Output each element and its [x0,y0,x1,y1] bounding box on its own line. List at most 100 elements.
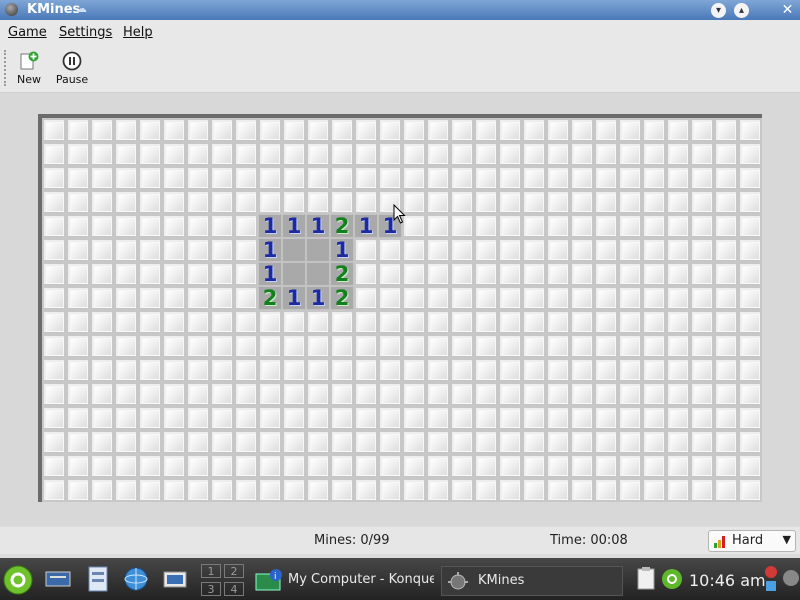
hidden-cell[interactable] [546,454,570,478]
hidden-cell[interactable] [354,358,378,382]
hidden-cell[interactable] [666,382,690,406]
hidden-cell[interactable] [618,334,642,358]
hidden-cell[interactable] [642,238,666,262]
hidden-cell[interactable] [690,166,714,190]
menu-game[interactable]: Game [8,25,47,40]
hidden-cell[interactable] [474,358,498,382]
hidden-cell[interactable] [618,286,642,310]
hidden-cell[interactable] [498,454,522,478]
hidden-cell[interactable] [378,454,402,478]
hidden-cell[interactable] [114,310,138,334]
hidden-cell[interactable] [738,262,762,286]
hidden-cell[interactable] [114,286,138,310]
hidden-cell[interactable] [42,430,66,454]
hidden-cell[interactable] [666,262,690,286]
hidden-cell[interactable] [66,142,90,166]
hidden-cell[interactable] [642,382,666,406]
hidden-cell[interactable] [594,238,618,262]
file-manager-icon[interactable] [84,566,112,592]
hidden-cell[interactable] [378,406,402,430]
hidden-cell[interactable] [402,454,426,478]
hidden-cell[interactable] [306,310,330,334]
hidden-cell[interactable] [642,262,666,286]
hidden-cell[interactable] [450,142,474,166]
hidden-cell[interactable] [618,430,642,454]
hidden-cell[interactable] [738,334,762,358]
hidden-cell[interactable] [714,238,738,262]
revealed-cell[interactable]: 1 [306,214,330,238]
hidden-cell[interactable] [714,334,738,358]
hidden-cell[interactable] [450,430,474,454]
hidden-cell[interactable] [258,190,282,214]
hidden-cell[interactable] [714,214,738,238]
hidden-cell[interactable] [42,142,66,166]
hidden-cell[interactable] [426,382,450,406]
hidden-cell[interactable] [402,118,426,142]
hidden-cell[interactable] [450,358,474,382]
hidden-cell[interactable] [426,334,450,358]
hidden-cell[interactable] [522,142,546,166]
hidden-cell[interactable] [114,118,138,142]
hidden-cell[interactable] [162,238,186,262]
hidden-cell[interactable] [570,334,594,358]
revealed-cell[interactable]: 1 [282,214,306,238]
hidden-cell[interactable] [690,238,714,262]
hidden-cell[interactable] [66,382,90,406]
hidden-cell[interactable] [642,478,666,502]
hidden-cell[interactable] [66,118,90,142]
hidden-cell[interactable] [138,118,162,142]
hidden-cell[interactable] [354,190,378,214]
revealed-cell[interactable]: 1 [258,214,282,238]
hidden-cell[interactable] [402,478,426,502]
hidden-cell[interactable] [210,454,234,478]
hidden-cell[interactable] [666,142,690,166]
hidden-cell[interactable] [570,166,594,190]
hidden-cell[interactable] [114,334,138,358]
hidden-cell[interactable] [90,406,114,430]
hidden-cell[interactable] [570,454,594,478]
hidden-cell[interactable] [378,430,402,454]
hidden-cell[interactable] [474,214,498,238]
hidden-cell[interactable] [426,406,450,430]
hidden-cell[interactable] [162,286,186,310]
hidden-cell[interactable] [306,430,330,454]
clock[interactable]: 10:46 am [689,571,766,590]
hidden-cell[interactable] [738,118,762,142]
hidden-cell[interactable] [642,166,666,190]
hidden-cell[interactable] [114,190,138,214]
hidden-cell[interactable] [426,310,450,334]
hidden-cell[interactable] [498,334,522,358]
hidden-cell[interactable] [210,358,234,382]
hidden-cell[interactable] [162,142,186,166]
hidden-cell[interactable] [450,166,474,190]
hidden-cell[interactable] [210,334,234,358]
hidden-cell[interactable] [546,190,570,214]
hidden-cell[interactable] [714,358,738,382]
hidden-cell[interactable] [546,166,570,190]
hidden-cell[interactable] [426,238,450,262]
hidden-cell[interactable] [570,478,594,502]
hidden-cell[interactable] [186,310,210,334]
hidden-cell[interactable] [330,166,354,190]
hidden-cell[interactable] [162,166,186,190]
hidden-cell[interactable] [714,166,738,190]
hidden-cell[interactable] [66,262,90,286]
hidden-cell[interactable] [90,454,114,478]
hidden-cell[interactable] [570,190,594,214]
hidden-cell[interactable] [210,286,234,310]
hidden-cell[interactable] [402,334,426,358]
hidden-cell[interactable] [570,214,594,238]
hidden-cell[interactable] [210,166,234,190]
hidden-cell[interactable] [378,334,402,358]
hidden-cell[interactable] [330,142,354,166]
hidden-cell[interactable] [42,478,66,502]
hidden-cell[interactable] [354,238,378,262]
hidden-cell[interactable] [354,430,378,454]
hidden-cell[interactable] [210,238,234,262]
hidden-cell[interactable] [378,166,402,190]
hidden-cell[interactable] [354,454,378,478]
hidden-cell[interactable] [234,334,258,358]
hidden-cell[interactable] [522,310,546,334]
hidden-cell[interactable] [42,238,66,262]
hidden-cell[interactable] [666,406,690,430]
